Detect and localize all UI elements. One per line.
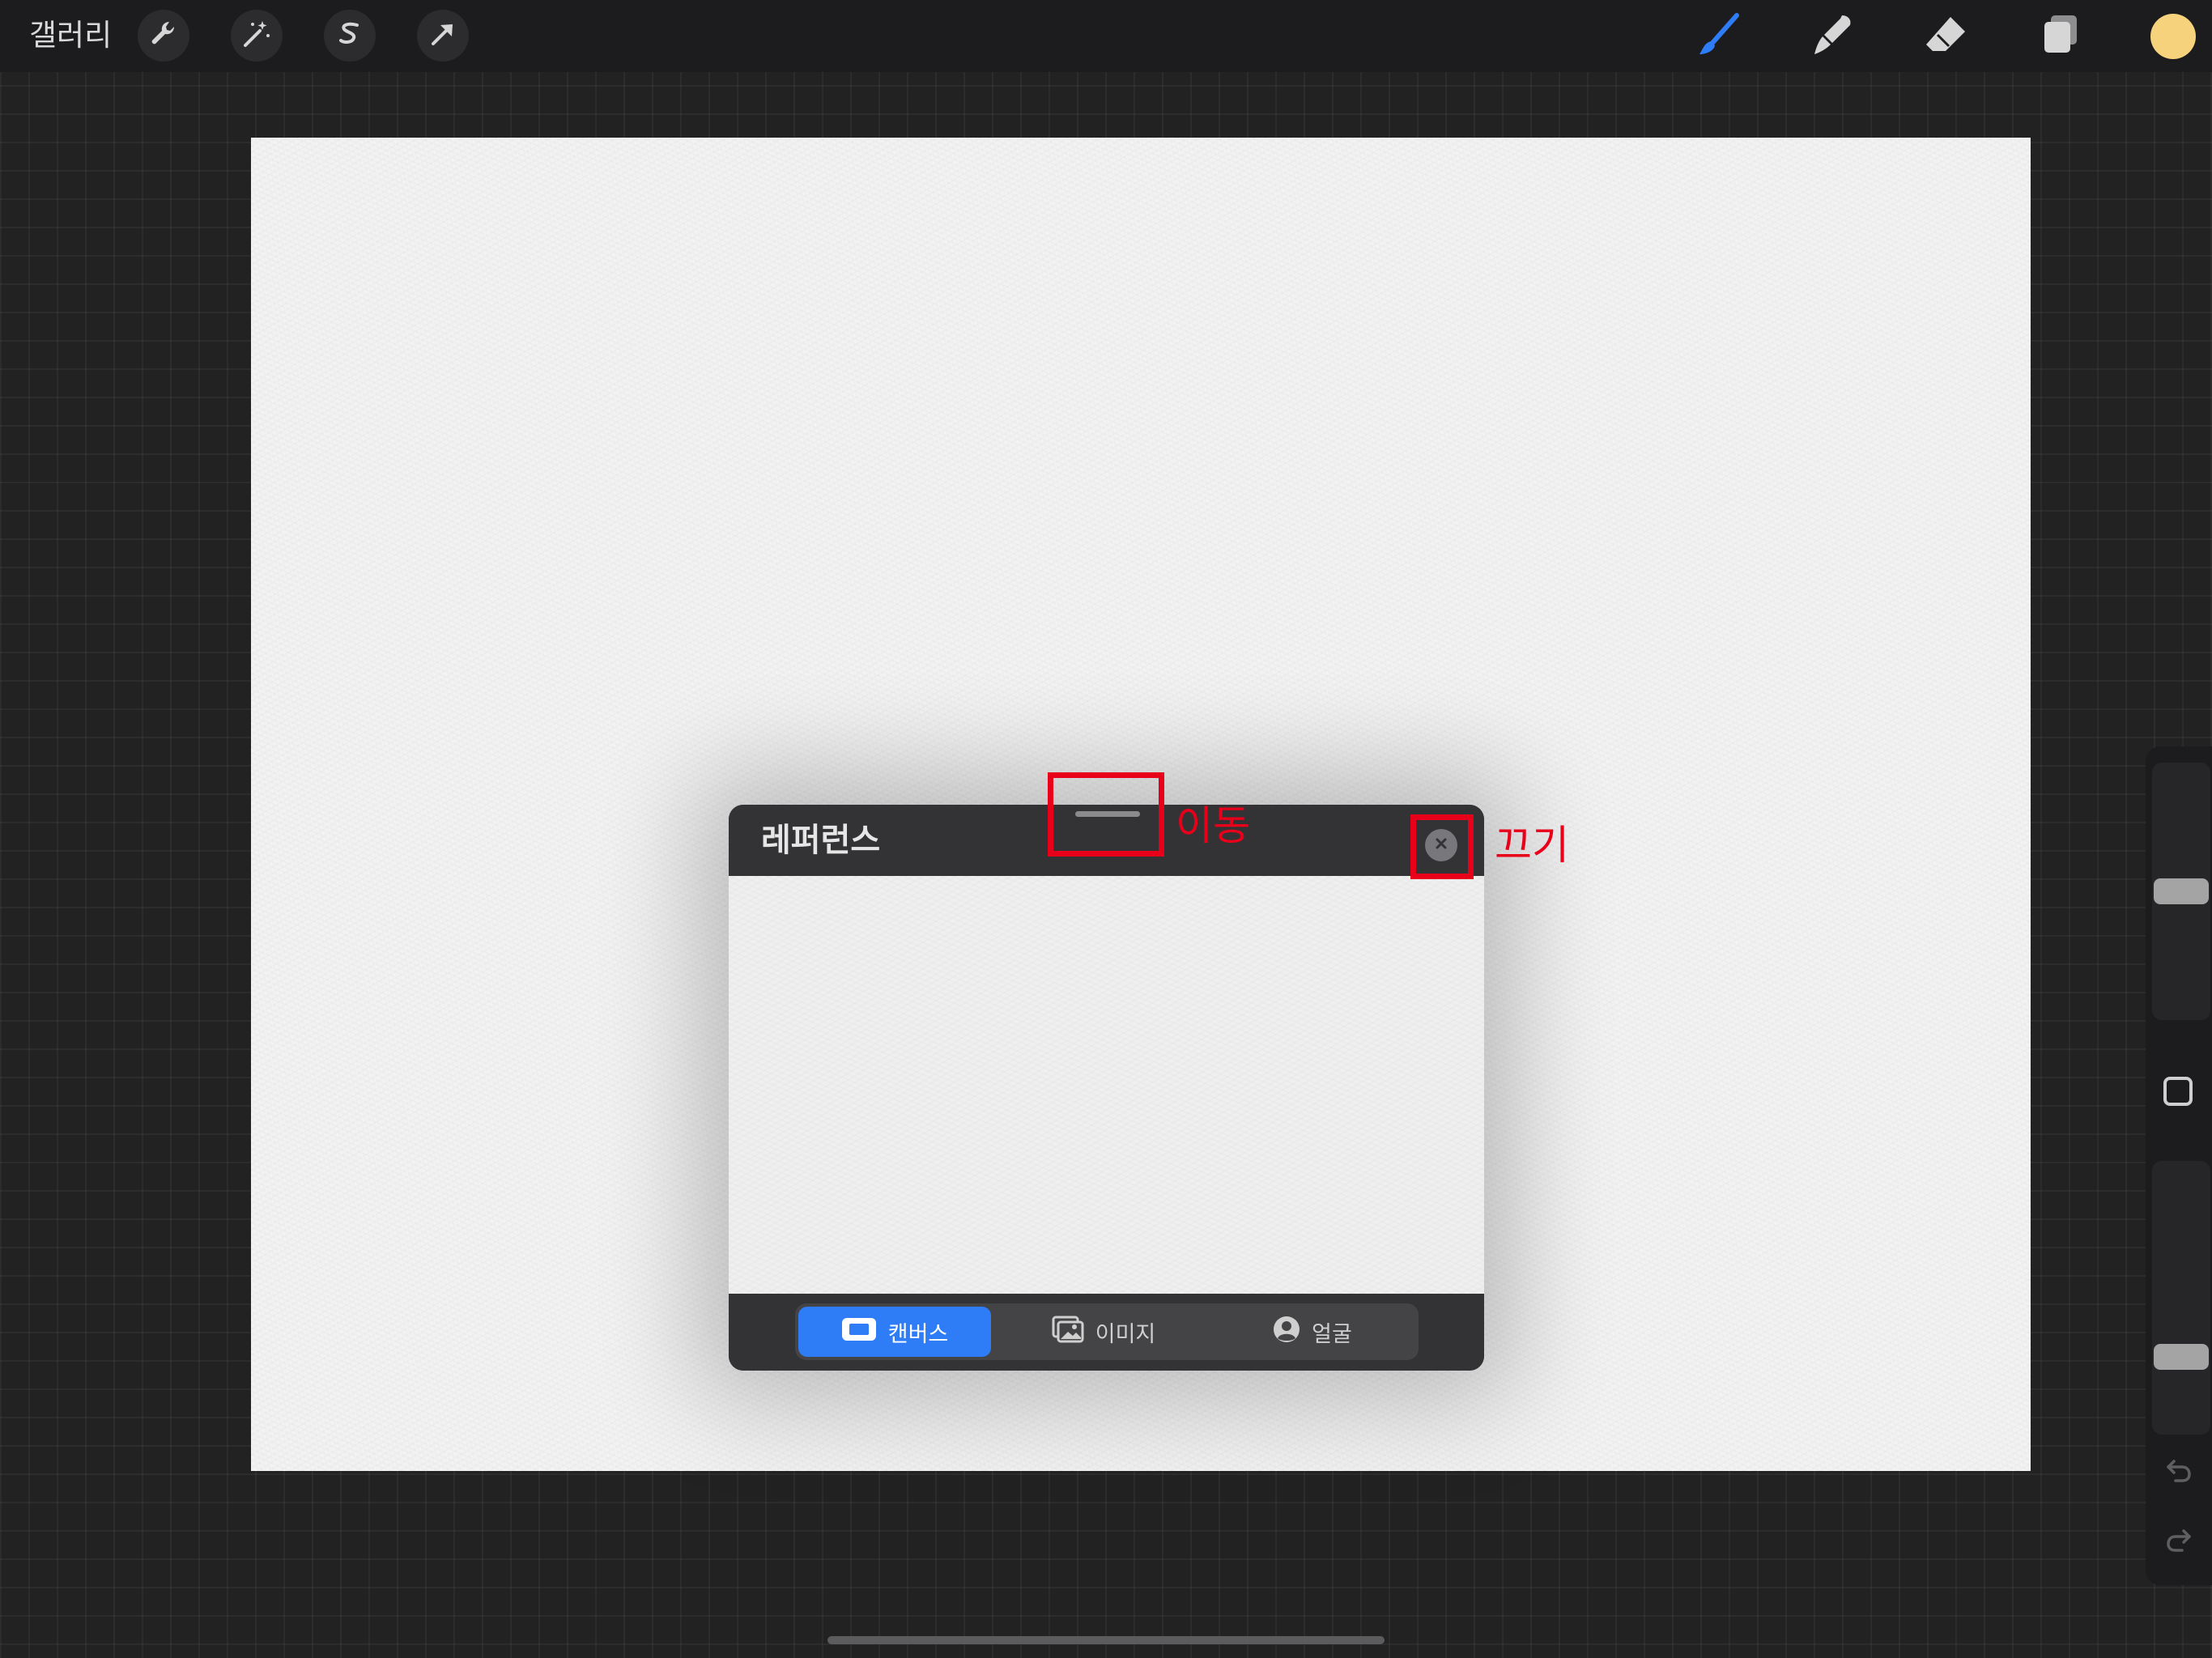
eraser-icon <box>1921 11 1970 62</box>
wrench-icon <box>147 18 180 53</box>
brush-size-slider[interactable] <box>2152 763 2210 1020</box>
reference-panel-footer: 캔버스 이미지 얼굴 <box>729 1294 1484 1371</box>
tab-canvas[interactable]: 캔버스 <box>798 1307 991 1357</box>
reference-panel-title: 레퍼런스 <box>761 822 881 859</box>
smudge-tool-button[interactable] <box>1806 10 1859 63</box>
brush-size-thumb[interactable] <box>2154 878 2209 904</box>
magic-wand-icon <box>240 18 273 53</box>
selection-button[interactable] <box>324 10 376 62</box>
reference-mode-segmented-control: 캔버스 이미지 얼굴 <box>795 1303 1419 1360</box>
redo-button[interactable] <box>2160 1524 2197 1561</box>
smudge-icon <box>1808 11 1857 62</box>
move-highlight-box <box>1048 772 1164 857</box>
layers-button[interactable] <box>2034 10 2087 63</box>
right-sidebar <box>2146 746 2212 1585</box>
modify-button[interactable] <box>2163 1077 2193 1106</box>
close-highlight-box <box>1410 814 1474 879</box>
opacity-slider[interactable] <box>2152 1161 2210 1435</box>
move-annotation-label: 이동 <box>1176 802 1250 849</box>
home-indicator[interactable] <box>827 1636 1385 1644</box>
eraser-tool-button[interactable] <box>1919 10 1972 63</box>
undo-icon <box>2164 1456 2193 1489</box>
tab-face[interactable]: 얼굴 <box>1216 1307 1409 1357</box>
paint-tool-button[interactable] <box>1692 10 1746 63</box>
tab-face-label: 얼굴 <box>1312 1321 1352 1347</box>
image-icon <box>1052 1316 1084 1349</box>
opacity-thumb[interactable] <box>2154 1343 2209 1370</box>
arrow-transform-icon <box>427 18 459 53</box>
canvas-icon <box>841 1317 877 1347</box>
adjustments-button[interactable] <box>231 10 283 62</box>
selection-s-icon <box>334 18 366 53</box>
transform-button[interactable] <box>417 10 469 62</box>
close-annotation-label: 끄기 <box>1495 822 1569 869</box>
face-icon <box>1273 1316 1300 1349</box>
actions-button[interactable] <box>138 10 189 62</box>
top-toolbar: 갤러리 <box>0 0 2212 72</box>
layers-icon <box>2036 11 2085 62</box>
color-picker-button[interactable] <box>2150 14 2196 59</box>
tab-image[interactable]: 이미지 <box>1007 1307 1200 1357</box>
redo-icon <box>2164 1526 2193 1558</box>
brush-icon <box>1695 11 1743 62</box>
tab-canvas-label: 캔버스 <box>887 1321 949 1347</box>
reference-panel: 레퍼런스 캔버스 이미지 얼굴 <box>729 805 1484 1371</box>
undo-button[interactable] <box>2160 1454 2197 1491</box>
reference-preview <box>729 876 1484 1294</box>
tab-image-label: 이미지 <box>1095 1321 1156 1347</box>
gallery-button[interactable]: 갤러리 <box>29 15 112 57</box>
